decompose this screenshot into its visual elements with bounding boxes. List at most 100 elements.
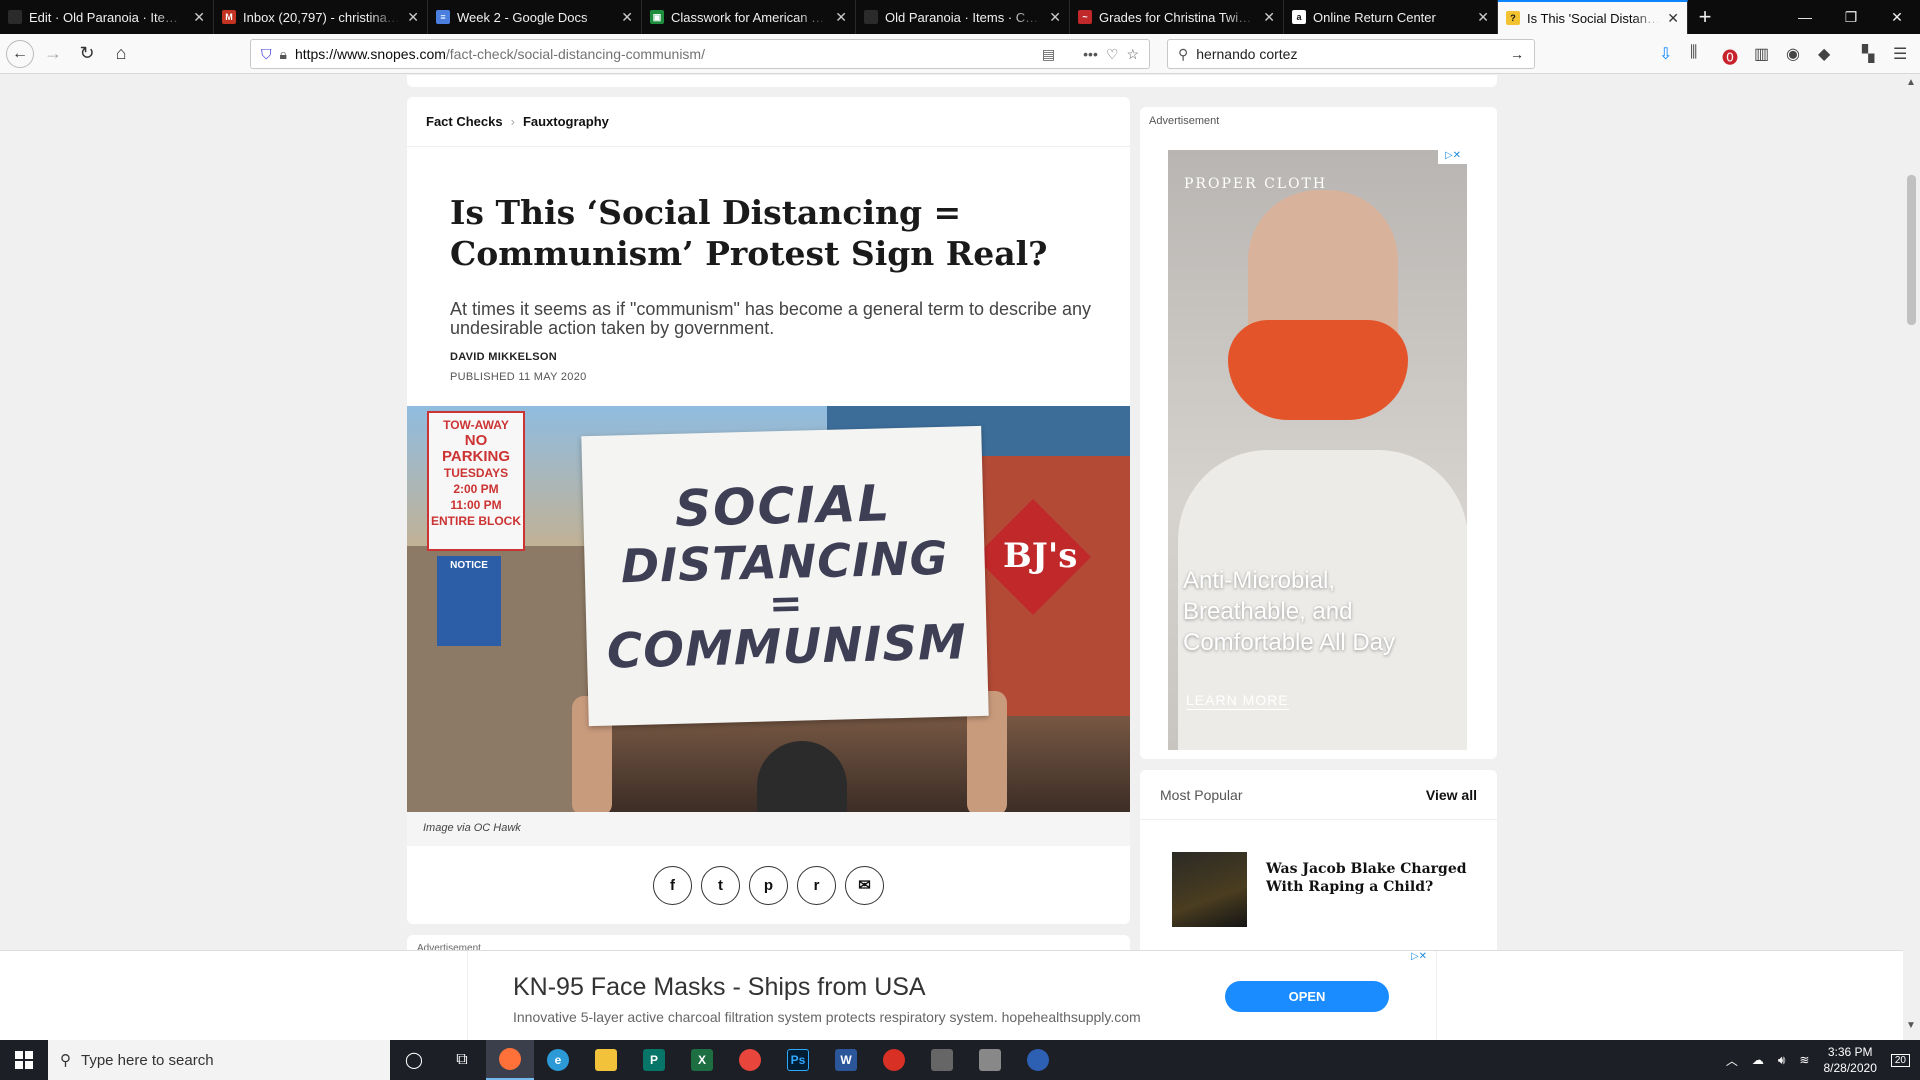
extension-icon[interactable]: ◆: [1818, 44, 1830, 64]
sign-line-1: SOCIAL: [674, 474, 893, 538]
email-share-icon[interactable]: ✉: [845, 865, 884, 905]
close-tab-icon[interactable]: ✕: [1667, 10, 1679, 27]
tab-title: Old Paranoia · Items · Covid-19 A: [885, 9, 1042, 25]
pinterest-icon[interactable]: ⓿: [1722, 44, 1738, 68]
cortana-icon[interactable]: ◯: [390, 1040, 438, 1080]
learn-more-link[interactable]: LEARN MORE: [1186, 692, 1289, 710]
chrome-profile-icon[interactable]: [870, 1040, 918, 1080]
ad-close-icon[interactable]: ▷✕: [1438, 150, 1467, 164]
reload-icon[interactable]: ↻: [72, 39, 102, 69]
menu-icon[interactable]: ☰: [1893, 44, 1907, 64]
close-tab-icon[interactable]: ✕: [1049, 9, 1061, 26]
url-path: /fact-check/social-distancing-communism/: [445, 46, 705, 62]
app-icon[interactable]: [966, 1040, 1014, 1080]
view-all-link[interactable]: View all: [1426, 787, 1477, 803]
ad-image[interactable]: PROPER CLOTH Anti-Microbial, Breathable,…: [1168, 150, 1467, 750]
most-popular-label: Most Popular: [1160, 786, 1243, 803]
bottom-ad-close-icon[interactable]: ▷✕: [1403, 951, 1435, 965]
tab-title: Week 2 - Google Docs: [457, 9, 588, 25]
tracking-shield-icon[interactable]: ⛉: [261, 46, 272, 63]
windows-start-icon[interactable]: [0, 1040, 48, 1080]
go-arrow-icon[interactable]: →: [1510, 46, 1524, 62]
bottom-ad-title[interactable]: KN-95 Face Masks - Ships from USA: [513, 973, 926, 1002]
open-button[interactable]: OPEN: [1225, 981, 1389, 1012]
taskbar: ⚲ Type here to search ◯ ⧉ e P X Ps W ︿ ☁…: [0, 1040, 1920, 1080]
protest-sign: SOCIAL DISTANCING = COMMUNISM: [581, 425, 989, 727]
library-icon[interactable]: ⫼: [1690, 44, 1697, 62]
breadcrumb-fact-checks[interactable]: Fact Checks: [426, 114, 503, 129]
url-bar[interactable]: ⛉ 🔒︎ https://www.snopes.com/fact-check/s…: [250, 39, 1150, 69]
tab-favicon: ≡: [436, 10, 450, 24]
pocket-icon[interactable]: ♡: [1106, 46, 1119, 63]
tab-4[interactable]: Old Paranoia · Items · Covid-19 A ✕: [856, 0, 1070, 34]
word-icon[interactable]: W: [822, 1040, 870, 1080]
sidebar-icon[interactable]: ▥: [1754, 44, 1769, 64]
firefox-icon[interactable]: [486, 1040, 534, 1080]
account-icon[interactable]: ◉: [1786, 44, 1800, 64]
popular-thumbnail[interactable]: [1172, 852, 1247, 927]
app-icon-2[interactable]: [1014, 1040, 1062, 1080]
close-tab-icon[interactable]: ✕: [835, 9, 847, 26]
scrollbar[interactable]: ▲ ▼: [1903, 75, 1920, 1035]
bottom-ad-inner[interactable]: KN-95 Face Masks - Ships from USA Innova…: [467, 951, 1437, 1041]
page-actions-icon[interactable]: •••: [1083, 46, 1098, 62]
publisher-icon[interactable]: P: [630, 1040, 678, 1080]
close-window-icon[interactable]: ✕: [1874, 9, 1920, 26]
close-tab-icon[interactable]: ✕: [1477, 9, 1489, 26]
tab-3[interactable]: ▣ Classwork for American Liter ✕: [642, 0, 856, 34]
youtube-app-icon[interactable]: [918, 1040, 966, 1080]
tab-favicon: ?: [1506, 11, 1520, 25]
home-icon[interactable]: ⌂: [106, 39, 136, 69]
tab-6[interactable]: a Online Return Center ✕: [1284, 0, 1498, 34]
lock-icon[interactable]: 🔒︎: [280, 46, 287, 63]
close-tab-icon[interactable]: ✕: [193, 9, 205, 26]
minimize-icon[interactable]: —: [1782, 9, 1828, 25]
breadcrumb-fauxtography[interactable]: Fauxtography: [523, 114, 609, 129]
wifi-icon[interactable]: ≋: [1799, 1053, 1809, 1067]
edge-icon[interactable]: e: [534, 1040, 582, 1080]
task-view-icon[interactable]: ⧉: [438, 1040, 486, 1080]
bookmark-star-icon[interactable]: ☆: [1126, 46, 1139, 63]
reader-view-icon[interactable]: ▤: [1042, 46, 1055, 63]
photoshop-icon[interactable]: Ps: [774, 1040, 822, 1080]
forward-icon[interactable]: →: [38, 39, 68, 69]
author-name[interactable]: DAVID MIKKELSON: [450, 351, 557, 363]
scroll-down-icon[interactable]: ▼: [1906, 1020, 1916, 1031]
extensions-grid-icon[interactable]: ▚: [1862, 44, 1874, 64]
volume-icon[interactable]: 🔊︎: [1778, 1053, 1786, 1068]
tab-0[interactable]: Edit · Old Paranoia · Items · Covid ✕: [0, 0, 214, 34]
chrome-icon[interactable]: [726, 1040, 774, 1080]
close-tab-icon[interactable]: ✕: [407, 9, 419, 26]
notification-icon[interactable]: 20: [1890, 1053, 1910, 1067]
tab-favicon: [864, 10, 878, 24]
facebook-share-icon[interactable]: f: [653, 865, 692, 905]
downloads-icon[interactable]: ⇩: [1659, 44, 1672, 64]
image-caption: Image via OC Hawk: [407, 812, 1130, 846]
scrollbar-thumb[interactable]: [1907, 175, 1916, 325]
tab-5[interactable]: ~ Grades for Christina Twing: H ✕: [1070, 0, 1284, 34]
file-explorer-icon[interactable]: [582, 1040, 630, 1080]
tab-2[interactable]: ≡ Week 2 - Google Docs ✕: [428, 0, 642, 34]
tab-7[interactable]: ? Is This 'Social Distancing = C ✕: [1498, 0, 1688, 34]
ad-mask: [1228, 320, 1408, 420]
scroll-up-icon[interactable]: ▲: [1906, 77, 1916, 88]
close-tab-icon[interactable]: ✕: [1263, 9, 1275, 26]
bottom-ad-desc: Innovative 5-layer active charcoal filtr…: [513, 1009, 1141, 1025]
pinterest-share-icon[interactable]: p: [749, 865, 788, 905]
restore-icon[interactable]: ❐: [1828, 9, 1874, 26]
tab-favicon: ~: [1078, 10, 1092, 24]
tray-chevron-icon[interactable]: ︿: [1726, 1052, 1738, 1069]
search-bar[interactable]: ⚲ hernando cortez →: [1167, 39, 1535, 69]
search-input[interactable]: hernando cortez: [1196, 46, 1502, 62]
excel-icon[interactable]: X: [678, 1040, 726, 1080]
reddit-share-icon[interactable]: r: [797, 865, 836, 905]
taskbar-search[interactable]: ⚲ Type here to search: [48, 1040, 390, 1080]
new-tab-button[interactable]: +: [1688, 4, 1722, 30]
popular-item-title[interactable]: Was Jacob Blake Charged With Raping a Ch…: [1266, 860, 1481, 896]
twitter-share-icon[interactable]: t: [701, 865, 740, 905]
back-icon[interactable]: ←: [6, 39, 34, 68]
onedrive-icon[interactable]: ☁: [1752, 1053, 1764, 1067]
clock[interactable]: 3:36 PM 8/28/2020: [1823, 1044, 1876, 1076]
tab-1[interactable]: M Inbox (20,797) - christinatwin ✕: [214, 0, 428, 34]
close-tab-icon[interactable]: ✕: [621, 9, 633, 26]
